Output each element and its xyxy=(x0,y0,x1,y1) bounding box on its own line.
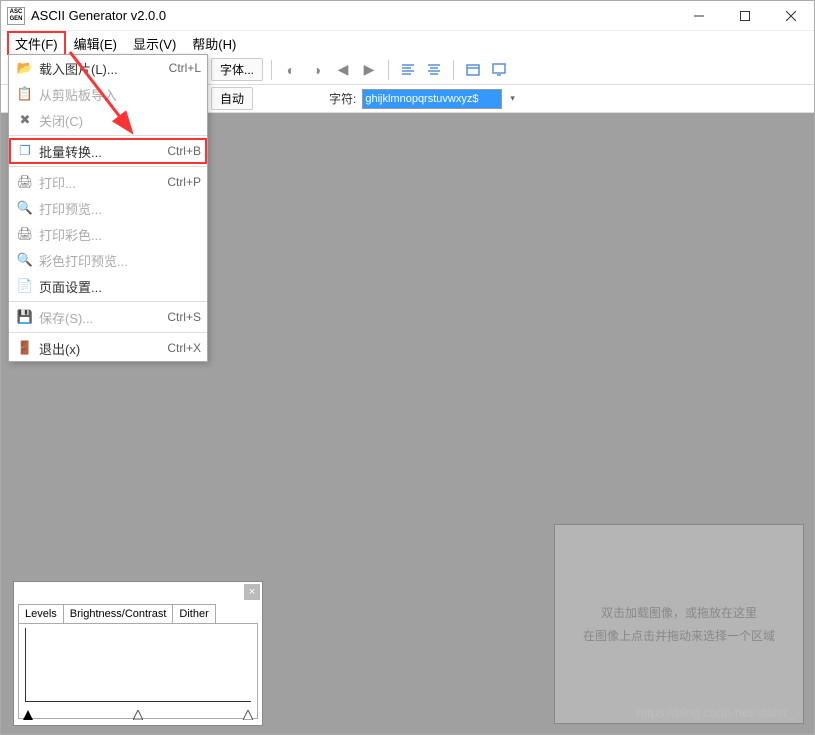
menu-load-image[interactable]: 📂 载入图片(L)... Ctrl+L xyxy=(9,55,207,81)
menu-separator xyxy=(9,166,207,167)
menu-item-label: 退出(x) xyxy=(39,339,167,358)
align-left-icon[interactable] xyxy=(397,59,419,81)
menu-shortcut: Ctrl+L xyxy=(169,61,201,75)
minimize-icon xyxy=(694,11,704,21)
menu-item-label: 从剪贴板导入 xyxy=(39,85,201,104)
menubar: 文件(F) 编辑(E) 显示(V) 帮助(H) xyxy=(1,31,814,55)
menu-edit[interactable]: 编辑(E) xyxy=(66,31,125,56)
levels-tabs: Levels Brightness/Contrast Dither xyxy=(18,604,262,623)
menu-item-label: 页面设置... xyxy=(39,277,201,296)
menu-item-label: 批量转换... xyxy=(39,142,167,161)
menu-shortcut: Ctrl+B xyxy=(167,144,201,158)
minimize-button[interactable] xyxy=(676,1,722,31)
contrast-icon[interactable]: ◐ xyxy=(280,59,302,81)
menu-shortcut: Ctrl+S xyxy=(167,310,201,324)
menu-print-color: 🖨 打印彩色... xyxy=(9,221,207,247)
menu-view[interactable]: 显示(V) xyxy=(125,31,184,56)
menu-item-label: 打印... xyxy=(39,173,167,192)
color-printer-icon: 🖨 xyxy=(15,226,35,242)
clipboard-icon: 📋 xyxy=(15,86,35,102)
menu-save: 💾 保存(S)... Ctrl+S xyxy=(9,304,207,330)
triangle-up-icon xyxy=(243,710,253,720)
menu-shortcut: Ctrl+P xyxy=(167,175,201,189)
levels-graph-area xyxy=(18,623,258,719)
menu-print-preview: 🔍 打印预览... xyxy=(9,195,207,221)
menu-batch-convert[interactable]: ❐ 批量转换... Ctrl+B xyxy=(9,138,207,164)
menu-separator xyxy=(9,135,207,136)
levels-black-handle[interactable] xyxy=(23,707,33,717)
menu-from-clipboard: 📋 从剪贴板导入 xyxy=(9,81,207,107)
levels-panel: × Levels Brightness/Contrast Dither xyxy=(13,581,263,726)
triangle-up-icon xyxy=(133,710,143,720)
menu-item-label: 打印预览... xyxy=(39,199,201,218)
menu-item-label: 彩色打印预览... xyxy=(39,251,201,270)
save-icon: 💾 xyxy=(15,309,35,325)
close-file-icon: ✖ xyxy=(15,112,35,128)
toolbar-separator xyxy=(453,60,454,80)
toolbar-separator xyxy=(388,60,389,80)
titlebar: ASC GEN ASCII Generator v2.0.0 xyxy=(1,1,814,31)
auto-button[interactable]: 自动 xyxy=(211,87,253,110)
brightness-icon[interactable]: ◑ xyxy=(306,59,328,81)
window-icon[interactable] xyxy=(462,59,484,81)
menu-separator xyxy=(9,332,207,333)
menu-item-label: 打印彩色... xyxy=(39,225,201,244)
align-center-icon[interactable] xyxy=(423,59,445,81)
levels-histogram xyxy=(25,628,251,702)
menu-item-label: 载入图片(L)... xyxy=(39,59,169,78)
menu-file[interactable]: 文件(F) xyxy=(7,31,66,56)
chars-label: 字符: xyxy=(329,90,356,107)
batch-icon: ❐ xyxy=(15,143,35,159)
chars-input[interactable] xyxy=(362,89,502,109)
font-button[interactable]: 字体... xyxy=(211,58,263,81)
app-icon: ASC GEN xyxy=(7,7,25,25)
menu-item-label: 关闭(C) xyxy=(39,111,201,130)
menu-close: ✖ 关闭(C) xyxy=(9,107,207,133)
levels-close-button[interactable]: × xyxy=(244,584,260,600)
file-dropdown-menu: 📂 载入图片(L)... Ctrl+L 📋 从剪贴板导入 ✖ 关闭(C) ❐ 批… xyxy=(8,54,208,362)
drop-hint-line1: 双击加载图像，或拖放在这里 xyxy=(601,604,757,621)
tab-brightness-contrast[interactable]: Brightness/Contrast xyxy=(63,604,174,623)
close-x-icon: × xyxy=(249,586,255,598)
page-setup-icon: 📄 xyxy=(15,278,35,294)
color-preview-icon: 🔍 xyxy=(15,252,35,268)
adjust-left-icon[interactable]: ◀ xyxy=(332,59,354,81)
image-drop-zone[interactable]: 双击加载图像，或拖放在这里 在图像上点击并拖动来选择一个区域 xyxy=(554,524,804,724)
exit-icon: 🚪 xyxy=(15,340,35,356)
tab-dither[interactable]: Dither xyxy=(172,604,215,623)
folder-icon: 📂 xyxy=(15,60,35,76)
watermark-text: https://blog.csdn.net/stalin_ xyxy=(636,705,794,720)
close-button[interactable] xyxy=(768,1,814,31)
menu-print: 🖨 打印... Ctrl+P xyxy=(9,169,207,195)
printer-icon: 🖨 xyxy=(15,174,35,190)
menu-color-print-preview: 🔍 彩色打印预览... xyxy=(9,247,207,273)
drop-hint-line2: 在图像上点击并拖动来选择一个区域 xyxy=(583,627,775,644)
menu-shortcut: Ctrl+X xyxy=(167,341,201,355)
toolbar-separator xyxy=(271,60,272,80)
window-title: ASCII Generator v2.0.0 xyxy=(31,8,676,23)
maximize-icon xyxy=(740,11,750,21)
window-controls xyxy=(676,1,814,31)
close-icon xyxy=(786,11,796,21)
triangle-up-icon xyxy=(23,710,33,720)
menu-separator xyxy=(9,301,207,302)
menu-help[interactable]: 帮助(H) xyxy=(184,31,244,56)
tab-levels[interactable]: Levels xyxy=(18,604,64,623)
levels-mid-handle[interactable] xyxy=(133,707,143,717)
monitor-icon[interactable] xyxy=(488,59,510,81)
levels-white-handle[interactable] xyxy=(243,707,253,717)
chars-dropdown-arrow[interactable]: ▾ xyxy=(510,93,515,104)
adjust-right-icon[interactable]: ▶ xyxy=(358,59,380,81)
menu-page-setup[interactable]: 📄 页面设置... xyxy=(9,273,207,299)
preview-icon: 🔍 xyxy=(15,200,35,216)
maximize-button[interactable] xyxy=(722,1,768,31)
menu-exit[interactable]: 🚪 退出(x) Ctrl+X xyxy=(9,335,207,361)
menu-item-label: 保存(S)... xyxy=(39,308,167,327)
